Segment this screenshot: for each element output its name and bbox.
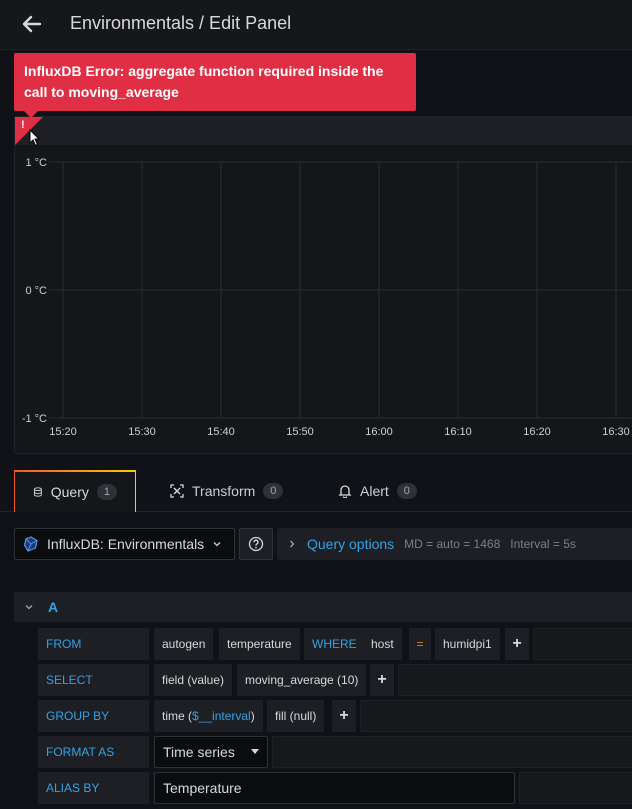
x-tick-label: 15:20	[49, 426, 77, 438]
bell-icon	[338, 485, 352, 498]
select-label: SELECT	[38, 664, 149, 696]
tab-transform-count: 0	[263, 483, 284, 499]
y-tick-label: 0 °C	[25, 285, 47, 297]
x-tick-label: 15:30	[128, 426, 156, 438]
add-groupby-button[interactable]: +	[332, 700, 356, 732]
tab-alert-count: 0	[396, 483, 417, 499]
query-options-interval: Interval = 5s	[510, 537, 576, 551]
x-tick-label: 16:10	[444, 426, 472, 438]
where-keyword: WHERE	[304, 628, 365, 660]
error-message: InfluxDB Error: aggregate function requi…	[24, 63, 384, 100]
tab-transform-label: Transform	[192, 483, 256, 499]
transform-icon	[170, 484, 184, 498]
query-letter: A	[48, 599, 59, 615]
query-row-header[interactable]: A	[14, 592, 632, 622]
x-tick-label: 16:30	[602, 426, 630, 438]
format-label: FORMAT AS	[38, 736, 149, 768]
format-value: Time series	[163, 744, 235, 760]
influxdb-icon	[23, 536, 38, 552]
x-tick-label: 15:50	[286, 426, 314, 438]
groupby-interval-var: $__interval	[192, 709, 251, 723]
error-tooltip: InfluxDB Error: aggregate function requi…	[14, 53, 416, 118]
alias-label: ALIAS BY	[38, 772, 149, 804]
alias-input[interactable]: Temperature	[154, 772, 515, 804]
query-help-button[interactable]	[239, 528, 273, 560]
database-icon	[33, 487, 42, 497]
x-tick-label: 16:20	[523, 426, 551, 438]
tab-query-label: Query	[50, 484, 89, 500]
tab-query[interactable]: Query 1	[14, 470, 136, 512]
where-operator[interactable]: =	[409, 628, 431, 660]
page-title: Environmentals / Edit Panel	[70, 13, 292, 33]
caret-down-icon	[250, 749, 259, 754]
tab-transform[interactable]: Transform 0	[152, 470, 301, 512]
groupby-label: GROUP BY	[38, 700, 149, 732]
where-tag[interactable]: host	[363, 628, 402, 660]
query-options-md: MD = auto = 1468	[404, 537, 501, 551]
tab-alert[interactable]: Alert 0	[320, 470, 435, 512]
from-measurement[interactable]: temperature	[219, 628, 300, 660]
select-line-filler	[398, 664, 632, 696]
from-label: FROM	[38, 628, 149, 660]
datasource-name: InfluxDB: Environmentals	[47, 536, 205, 552]
graph-area: 1 °C 0 °C -1 °C15:20 15:30 15:40 15:50 16:00 16…	[22, 157, 632, 438]
format-line-filler	[272, 736, 632, 768]
chevron-down-icon	[213, 542, 221, 547]
tooltip-arrow	[24, 111, 38, 118]
y-tick-label: -1 °C	[22, 413, 47, 425]
query-options-title: Query options	[307, 536, 395, 552]
editor-tabs: Query 1 Transform 0 Alert 0	[0, 470, 632, 512]
mouse-cursor-icon	[29, 129, 41, 147]
y-tick-label: 1 °C	[25, 157, 47, 169]
datasource-picker[interactable]: InfluxDB: Environmentals	[14, 528, 235, 560]
groupby-time-suffix: )	[250, 709, 255, 723]
add-where-button[interactable]: +	[505, 628, 529, 660]
chevron-down-icon[interactable]	[24, 602, 34, 612]
from-line-filler	[533, 628, 632, 660]
add-select-button[interactable]: +	[370, 664, 394, 696]
select-field[interactable]: field (value)	[154, 664, 233, 696]
groupby-time[interactable]: time ($__interval)	[154, 700, 263, 732]
select-function[interactable]: moving_average (10)	[237, 664, 367, 696]
x-tick-label: 15:40	[207, 426, 235, 438]
chevron-right-icon	[290, 540, 295, 548]
alias-line-filler	[519, 772, 632, 804]
tab-query-count: 1	[96, 484, 117, 500]
x-tick-label: 16:00	[365, 426, 393, 438]
where-value[interactable]: humidpi1	[435, 628, 500, 660]
tab-alert-label: Alert	[360, 483, 389, 499]
format-select[interactable]: Time series	[154, 736, 268, 768]
top-bar: Environmentals / Edit Panel	[0, 0, 632, 50]
question-circle-icon	[248, 536, 264, 552]
error-mark-icon: !	[21, 119, 25, 131]
arrow-left-icon[interactable]	[20, 12, 44, 36]
from-policy[interactable]: autogen	[154, 628, 214, 660]
query-options-bar[interactable]: Query options MD = auto = 1468 Interval …	[277, 528, 632, 560]
graph-panel: 1 °C 0 °C -1 °C 15:20 15:30 15:40 15:50 16:00 16…	[14, 116, 632, 454]
groupby-fill[interactable]: fill (null)	[267, 700, 325, 732]
groupby-time-prefix: time (	[162, 709, 192, 723]
groupby-line-filler	[360, 700, 632, 732]
